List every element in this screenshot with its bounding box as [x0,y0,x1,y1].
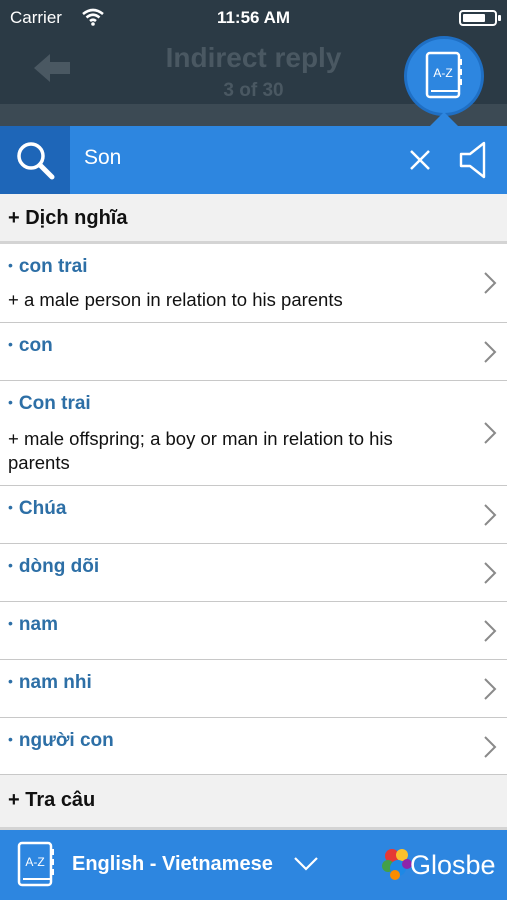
search-button[interactable] [0,126,70,194]
brand-name: Glosbe [410,850,496,880]
chevron-right-icon [484,562,497,584]
result-term: • nam nhi [8,672,92,693]
translations-header-label: + Dịch nghĩa [8,207,128,229]
chevron-right-icon [484,736,497,758]
result-row[interactable]: • nam [0,602,507,660]
badge-pointer [430,112,458,126]
search-bar: Son [0,126,507,194]
book-az-icon[interactable]: A-Z [16,841,56,889]
result-term: • Chúa [8,498,67,519]
result-row[interactable]: • nam nhi [0,660,507,718]
chevron-right-icon [484,422,497,444]
search-input[interactable]: Son [84,146,121,170]
status-time: 11:56 AM [216,8,291,27]
footer-bar: A-Z English - Vietnamese Glosbe [0,830,507,900]
sentences-header-label: + Tra câu [8,789,96,811]
clear-icon[interactable] [404,144,436,176]
result-term: • nam [8,614,58,635]
speaker-icon[interactable] [458,140,494,180]
battery-icon [459,10,501,26]
translations-header[interactable]: + Dịch nghĩa [0,194,507,244]
result-term: • Con trai [8,393,91,414]
result-term: • người con [8,730,114,751]
result-row[interactable]: • người con [0,718,507,775]
result-definition: + male offspring; a boy or man in relati… [8,428,393,473]
result-row[interactable]: • Con trai + male offspring; a boy or man… [0,381,507,486]
search-icon [17,142,55,180]
dictionary-button[interactable]: A-Z [404,36,484,116]
chevron-right-icon [484,272,497,294]
svg-text:A-Z: A-Z [433,66,452,80]
result-row[interactable]: • Chúa [0,486,507,544]
result-term: • con [8,335,53,356]
svg-text:A-Z: A-Z [25,855,44,869]
book-az-icon: A-Z [425,51,462,99]
chevron-right-icon [484,620,497,642]
chevron-down-icon[interactable] [293,856,319,872]
language-pair-selector[interactable]: English - Vietnamese [72,853,273,876]
sentences-header[interactable]: + Tra câu [0,775,507,830]
result-row[interactable]: • con trai + a male person in relation to… [0,244,507,323]
result-row[interactable]: • con [0,323,507,381]
chevron-right-icon [484,504,497,526]
result-definition: + a male person in relation to his paren… [8,289,343,310]
chevron-right-icon [484,341,497,363]
result-term: • con trai [8,256,88,277]
status-bar: Carrier 11:56 AM [0,0,507,36]
result-row[interactable]: • dòng dõi [0,544,507,602]
result-term: • dòng dõi [8,556,100,577]
chevron-right-icon [484,678,497,700]
